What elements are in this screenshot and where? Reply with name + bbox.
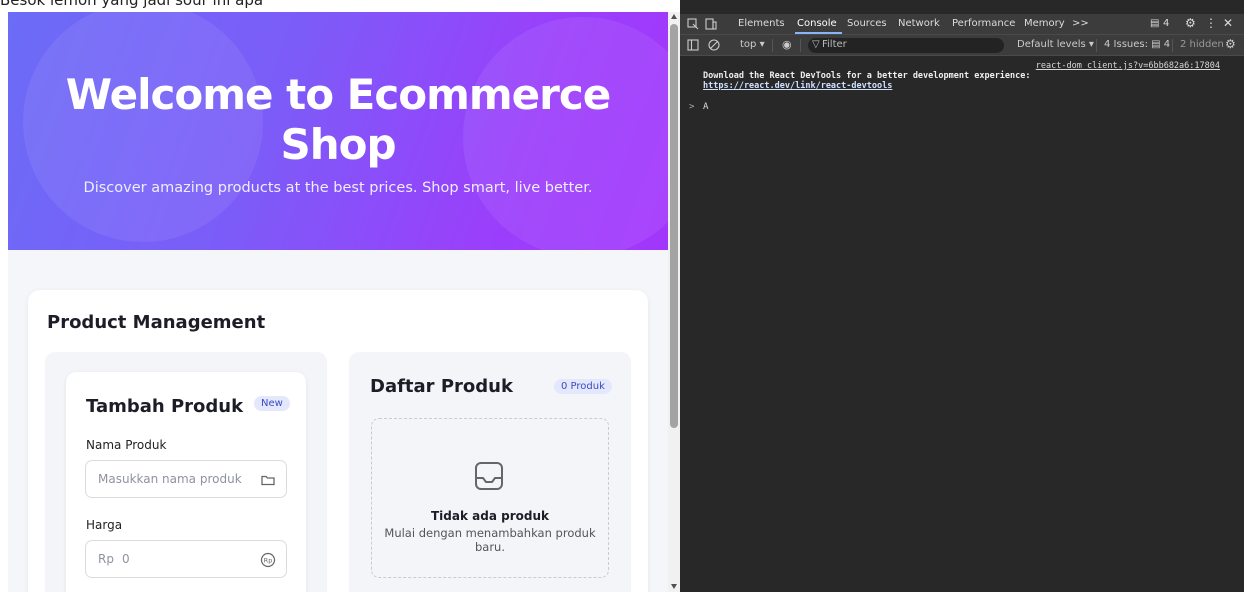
product-count-badge: 0 Produk xyxy=(554,379,612,394)
console-output: react-dom_client.js?v=6bb682a6:17804 Dow… xyxy=(680,57,1244,592)
tab-performance[interactable]: Performance xyxy=(952,18,1015,29)
folder-icon xyxy=(261,475,275,486)
more-tabs-button[interactable]: >> xyxy=(1072,18,1089,29)
product-management-title: Product Management xyxy=(47,312,266,333)
empty-title: Tidak ada produk xyxy=(431,509,549,523)
add-product-panel: Tambah Produk New Nama Produk Masukkan n… xyxy=(45,352,327,592)
page-top-text-content: Besok lemon yang jadi sour ini apa xyxy=(0,0,264,9)
console-input[interactable]: A xyxy=(703,102,708,112)
issues-badge-icon[interactable]: ▤ xyxy=(1150,18,1159,29)
tab-network[interactable]: Network xyxy=(898,18,940,29)
price-prefix: Rp xyxy=(98,552,114,566)
tab-sources[interactable]: Sources xyxy=(847,18,887,29)
product-name-input[interactable]: Masukkan nama produk xyxy=(85,460,287,498)
issues-text: 4 Issues: xyxy=(1104,39,1148,50)
console-toolbar: top ▾ ◉ ▽ Filter Default levels ▾ 4 Issu… xyxy=(680,34,1244,56)
hero-banner: Welcome to Ecommerce Shop Discover amazi… xyxy=(8,12,668,250)
product-list-title: Daftar Produk xyxy=(370,376,513,397)
issues-count: 4 xyxy=(1163,39,1171,50)
scrollbar-thumb[interactable] xyxy=(670,24,678,428)
console-message: Download the React DevTools for a better… xyxy=(703,71,1031,81)
product-list-panel: Daftar Produk 0 Produk Tidak ada produk … xyxy=(349,352,631,592)
hidden-messages-count: 2 hidden xyxy=(1180,39,1224,50)
inbox-icon xyxy=(475,462,503,490)
clear-console-icon[interactable] xyxy=(708,39,720,51)
price-placeholder: 0 xyxy=(122,552,130,566)
scroll-up-arrow[interactable] xyxy=(671,14,677,19)
filter-funnel-icon: ▽ xyxy=(812,39,820,50)
toolbar-divider xyxy=(1096,39,1097,52)
filter-placeholder: Filter xyxy=(822,39,847,50)
app-viewport: Welcome to Ecommerce Shop Discover amazi… xyxy=(8,12,668,592)
settings-gear-icon[interactable]: ⚙ xyxy=(1185,16,1196,30)
inspect-element-icon[interactable] xyxy=(687,18,699,30)
hero-title: Welcome to Ecommerce Shop xyxy=(65,70,611,169)
context-value: top xyxy=(740,39,757,50)
scroll-down-arrow[interactable] xyxy=(671,584,677,589)
tab-elements[interactable]: Elements xyxy=(738,18,785,29)
console-prompt-chevron: > xyxy=(689,102,695,112)
log-levels-value: Default levels xyxy=(1017,39,1086,50)
new-badge: New xyxy=(254,396,290,411)
close-devtools-icon[interactable]: ✕ xyxy=(1223,16,1233,30)
toolbar-divider xyxy=(1172,39,1173,52)
tab-console[interactable]: Console xyxy=(797,18,837,29)
product-name-placeholder: Masukkan nama produk xyxy=(98,472,242,486)
more-options-icon[interactable]: ⋮ xyxy=(1205,16,1217,30)
add-product-title: Tambah Produk xyxy=(86,396,244,417)
context-select[interactable]: top ▾ xyxy=(740,39,765,50)
price-label: Harga xyxy=(86,518,123,532)
devtools-tabbar: Elements Console Sources Network Perform… xyxy=(680,14,1244,34)
svg-text:Rp: Rp xyxy=(264,557,273,565)
toolbar-divider xyxy=(800,39,801,52)
empty-state: Tidak ada produk Mulai dengan menambahka… xyxy=(371,418,609,578)
toolbar-divider xyxy=(772,39,773,52)
console-source-link[interactable]: react-dom_client.js?v=6bb682a6:17804 xyxy=(1036,61,1220,71)
device-toolbar-icon[interactable] xyxy=(705,18,717,30)
console-settings-gear-icon[interactable]: ⚙ xyxy=(1225,37,1236,51)
hero-subtitle: Discover amazing products at the best pr… xyxy=(83,180,593,196)
sidebar-toggle-icon[interactable] xyxy=(687,39,699,51)
console-devtools-link[interactable]: https://react.dev/link/react-devtools xyxy=(703,81,892,91)
console-filter-input[interactable]: ▽ Filter xyxy=(808,38,1004,53)
product-management-card: Product Management Tambah Produk New Nam… xyxy=(28,290,648,592)
page-scrollbar[interactable] xyxy=(668,12,680,592)
issues-button[interactable]: 4 Issues: ▤ 4 xyxy=(1104,39,1170,50)
tab-memory[interactable]: Memory xyxy=(1024,18,1065,29)
add-product-form: Tambah Produk New Nama Produk Masukkan n… xyxy=(66,372,306,592)
price-input[interactable]: Rp 0 Rp xyxy=(85,540,287,578)
log-levels-dropdown[interactable]: Default levels ▾ xyxy=(1017,39,1094,50)
devtools-panel: Elements Console Sources Network Perform… xyxy=(680,0,1244,592)
page-top-text: Besok lemon yang jadi sour ini apa xyxy=(0,0,680,12)
issues-badge-count: 4 xyxy=(1163,18,1170,29)
live-expression-eye-icon[interactable]: ◉ xyxy=(782,38,792,51)
product-name-label: Nama Produk xyxy=(86,438,167,452)
empty-subtitle: Mulai dengan menambahkan produk baru. xyxy=(384,526,596,554)
rupiah-icon: Rp xyxy=(260,552,276,568)
